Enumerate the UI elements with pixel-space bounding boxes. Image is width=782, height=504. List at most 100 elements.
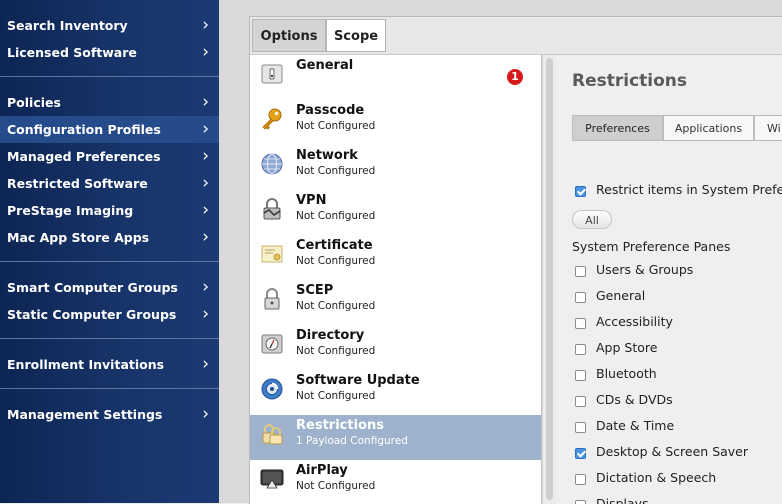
payload-status: Not Configured	[296, 480, 376, 492]
payload-item-software-update[interactable]: Software Update Not Configured	[250, 370, 541, 415]
globe-icon	[261, 153, 283, 175]
chevron-right-icon: ›	[202, 404, 209, 424]
chevron-right-icon: ›	[202, 354, 209, 374]
sidebar: Search Inventory › Licensed Software › Pol…	[0, 0, 219, 503]
payload-item-passcode[interactable]: Passcode Not Configured	[250, 100, 541, 145]
payload-item-vpn[interactable]: VPN Not Configured	[250, 190, 541, 235]
sidebar-item-licensed-software[interactable]: Licensed Software ›	[0, 39, 219, 66]
restrictions-lock-icon	[262, 424, 283, 445]
sidebar-item-enrollment-invitations[interactable]: Enrollment Invitations ›	[0, 351, 219, 378]
checkbox-accessibility[interactable]	[575, 318, 586, 329]
sidebar-item-label: Managed Preferences	[7, 149, 161, 164]
sidebar-item-managed-preferences[interactable]: Managed Preferences ›	[0, 143, 219, 170]
payload-item-directory[interactable]: Directory Not Configured	[250, 325, 541, 370]
scrollbar-thumb[interactable]	[546, 58, 553, 500]
chevron-right-icon: ›	[202, 304, 209, 324]
chevron-right-icon: ›	[202, 200, 209, 220]
chevron-right-icon: ›	[202, 42, 209, 62]
sidebar-item-configuration-profiles[interactable]: Configuration Profiles ›	[0, 116, 219, 143]
sidebar-item-label: Policies	[7, 95, 61, 110]
chevron-right-icon: ›	[202, 92, 209, 112]
pane-label-app-store: App Store	[596, 340, 658, 355]
pane-title: Restrictions	[572, 71, 688, 91]
pane-label-cds-dvds: CDs & DVDs	[596, 392, 673, 407]
pane-label-users-groups: Users & Groups	[596, 262, 694, 277]
payload-title: Passcode	[296, 103, 365, 118]
sidebar-item-mac-app-store-apps[interactable]: Mac App Store Apps ›	[0, 224, 219, 251]
checkbox-cds-dvds[interactable]	[575, 396, 586, 407]
sidebar-divider	[0, 76, 219, 77]
payload-title: SCEP	[296, 283, 334, 298]
tab-preferences[interactable]: Preferences	[572, 115, 663, 141]
checkbox-dictation-speech[interactable]	[575, 474, 586, 485]
sidebar-item-management-settings[interactable]: Management Settings ›	[0, 401, 219, 428]
checkbox-general[interactable]	[575, 292, 586, 303]
restrict-items-checkbox[interactable]	[575, 186, 586, 197]
key-icon	[262, 108, 282, 130]
payload-item-network[interactable]: Network Not Configured	[250, 145, 541, 190]
error-badge: 1	[507, 69, 523, 85]
payload-list: General 1 Passcode Not Configured Networ…	[250, 55, 542, 504]
payload-status: Not Configured	[296, 210, 376, 222]
checkbox-app-store[interactable]	[575, 344, 586, 355]
profile-editor: Options Scope General 1 Passcode Not Con…	[249, 16, 782, 504]
sidebar-item-label: Restricted Software	[7, 176, 148, 191]
chevron-right-icon: ›	[202, 15, 209, 35]
chevron-right-icon: ›	[202, 119, 209, 139]
sidebar-item-static-computer-groups[interactable]: Static Computer Groups ›	[0, 301, 219, 328]
chevron-right-icon: ›	[202, 146, 209, 166]
checkbox-displays[interactable]	[575, 500, 586, 504]
pane-label-bluetooth: Bluetooth	[596, 366, 657, 381]
pane-label-desktop-screen-saver: Desktop & Screen Saver	[596, 444, 749, 459]
panes-heading: System Preference Panes	[572, 239, 731, 254]
chevron-right-icon: ›	[202, 277, 209, 297]
tab-wi[interactable]: Wi	[754, 115, 782, 141]
certificate-icon	[261, 245, 283, 263]
sidebar-item-policies[interactable]: Policies ›	[0, 89, 219, 116]
sidebar-item-restricted-software[interactable]: Restricted Software ›	[0, 170, 219, 197]
sidebar-item-label: Configuration Profiles	[7, 122, 161, 137]
sidebar-item-prestage-imaging[interactable]: PreStage Imaging ›	[0, 197, 219, 224]
pane-label-accessibility: Accessibility	[596, 314, 673, 329]
all-button[interactable]: All	[572, 210, 612, 229]
editor-tabs: Options Scope	[250, 17, 782, 55]
payload-title: Directory	[296, 328, 365, 343]
chevron-right-icon: ›	[202, 173, 209, 193]
checkbox-date-time[interactable]	[575, 422, 586, 433]
scep-lock-icon	[264, 288, 280, 310]
pane-label-general: General	[596, 288, 646, 303]
general-icon	[261, 64, 283, 84]
payload-list-scrollbar[interactable]	[542, 55, 557, 504]
payload-status: Not Configured	[296, 120, 376, 132]
sidebar-item-smart-computer-groups[interactable]: Smart Computer Groups ›	[0, 274, 219, 301]
payload-status: Not Configured	[296, 390, 376, 402]
sidebar-divider	[0, 338, 219, 339]
payload-title: Network	[296, 148, 358, 163]
payload-title: General	[296, 58, 354, 73]
sidebar-item-label: Smart Computer Groups	[7, 280, 178, 295]
tab-scope[interactable]: Scope	[326, 19, 386, 52]
vpn-lock-icon	[263, 198, 281, 220]
pane-label-dictation-speech: Dictation & Speech	[596, 470, 717, 485]
payload-item-scep[interactable]: SCEP Not Configured	[250, 280, 541, 325]
payload-status: Not Configured	[296, 345, 376, 357]
payload-title: Software Update	[296, 373, 420, 388]
payload-item-airplay[interactable]: AirPlay Not Configured	[250, 460, 541, 504]
checkbox-bluetooth[interactable]	[575, 370, 586, 381]
chevron-right-icon: ›	[202, 227, 209, 247]
payload-item-restrictions[interactable]: Restrictions 1 Payload Configured	[250, 415, 541, 460]
payload-title: VPN	[296, 193, 327, 208]
payload-status: 1 Payload Configured	[296, 435, 408, 447]
sidebar-item-label: Management Settings	[7, 407, 163, 422]
tab-applications[interactable]: Applications	[663, 115, 754, 141]
main-area: Options Scope General 1 Passcode Not Con…	[219, 0, 782, 504]
payload-item-general[interactable]: General 1	[250, 55, 541, 100]
directory-icon	[261, 334, 283, 354]
payload-title: Certificate	[296, 238, 373, 253]
sidebar-item-search-inventory[interactable]: Search Inventory ›	[0, 12, 219, 39]
payload-item-certificate[interactable]: Certificate Not Configured	[250, 235, 541, 280]
checkbox-users-groups[interactable]	[575, 266, 586, 277]
checkbox-desktop-screen-saver[interactable]	[575, 448, 586, 459]
restrictions-pane: Restrictions Preferences Applications Wi…	[557, 55, 782, 504]
tab-options[interactable]: Options	[252, 19, 326, 52]
